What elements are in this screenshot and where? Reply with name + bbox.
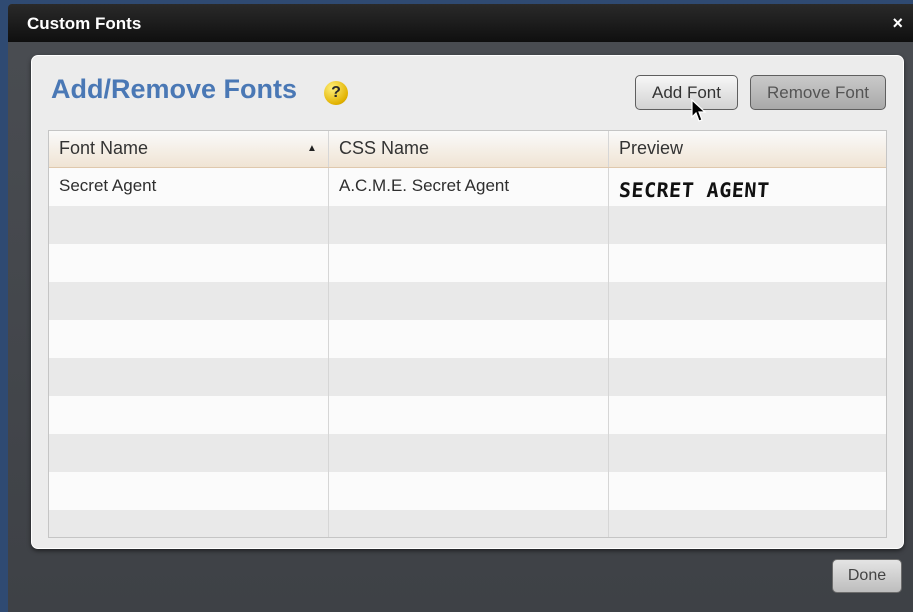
dialog-titlebar: Custom Fonts × — [8, 4, 913, 42]
table-header: Font Name ▲ CSS Name Preview — [49, 131, 886, 168]
empty-cell — [49, 282, 328, 320]
empty-cell — [328, 472, 608, 510]
table-body: Secret Agent A.C.M.E. Secret Agent SECRE… — [49, 168, 886, 537]
dialog-title: Custom Fonts — [27, 14, 142, 33]
empty-table-row — [49, 206, 886, 244]
empty-cell — [328, 510, 608, 537]
table-row[interactable]: Secret Agent A.C.M.E. Secret Agent SECRE… — [49, 168, 886, 206]
column-header-css-name[interactable]: CSS Name — [328, 131, 608, 167]
empty-cell — [49, 510, 328, 537]
empty-cell — [49, 396, 328, 434]
fonts-panel: Add/Remove Fonts ? Add Font Remove Font … — [31, 55, 904, 549]
help-icon[interactable]: ? — [324, 81, 348, 105]
cell-font-name: Secret Agent — [59, 176, 157, 195]
empty-cell — [328, 206, 608, 244]
empty-cell — [49, 320, 328, 358]
panel-title: Add/Remove Fonts — [51, 74, 298, 104]
empty-cell — [49, 358, 328, 396]
empty-table-row — [49, 510, 886, 537]
fonts-table: Font Name ▲ CSS Name Preview Secret Agen… — [48, 130, 887, 538]
empty-cell — [608, 434, 886, 472]
cell-preview: SECRET AGENT — [608, 168, 886, 206]
sort-ascending-icon[interactable]: ▲ — [307, 131, 317, 167]
empty-cell — [608, 244, 886, 282]
column-header-font-name[interactable]: Font Name ▲ — [49, 131, 328, 167]
empty-table-row — [49, 472, 886, 510]
empty-cell — [49, 434, 328, 472]
empty-table-row — [49, 282, 886, 320]
empty-cell — [608, 358, 886, 396]
column-header-label: Font Name — [59, 138, 149, 158]
empty-cell — [328, 282, 608, 320]
empty-table-row — [49, 434, 886, 472]
column-header-label: CSS Name — [339, 138, 430, 158]
remove-font-button[interactable]: Remove Font — [750, 75, 886, 110]
empty-cell — [328, 358, 608, 396]
cell-css-name: A.C.M.E. Secret Agent — [328, 168, 608, 206]
empty-table-row — [49, 320, 886, 358]
empty-cell — [49, 206, 328, 244]
custom-fonts-dialog: Custom Fonts × Add/Remove Fonts ? Add Fo… — [8, 4, 913, 612]
empty-cell — [328, 244, 608, 282]
empty-table-row — [49, 244, 886, 282]
close-icon[interactable]: × — [892, 13, 903, 34]
empty-cell — [608, 472, 886, 510]
mouse-pointer-icon — [691, 99, 707, 122]
column-header-label: Preview — [619, 138, 684, 158]
empty-cell — [49, 244, 328, 282]
add-font-button[interactable]: Add Font — [635, 75, 738, 110]
empty-cell — [328, 320, 608, 358]
empty-cell — [608, 206, 886, 244]
column-header-preview[interactable]: Preview — [608, 131, 886, 167]
empty-cell — [608, 320, 886, 358]
done-button[interactable]: Done — [832, 559, 902, 593]
empty-cell — [608, 282, 886, 320]
empty-cell — [328, 396, 608, 434]
empty-table-row — [49, 396, 886, 434]
empty-cell — [608, 510, 886, 537]
empty-table-row — [49, 358, 886, 396]
empty-cell — [608, 396, 886, 434]
empty-cell — [328, 434, 608, 472]
empty-cell — [49, 472, 328, 510]
